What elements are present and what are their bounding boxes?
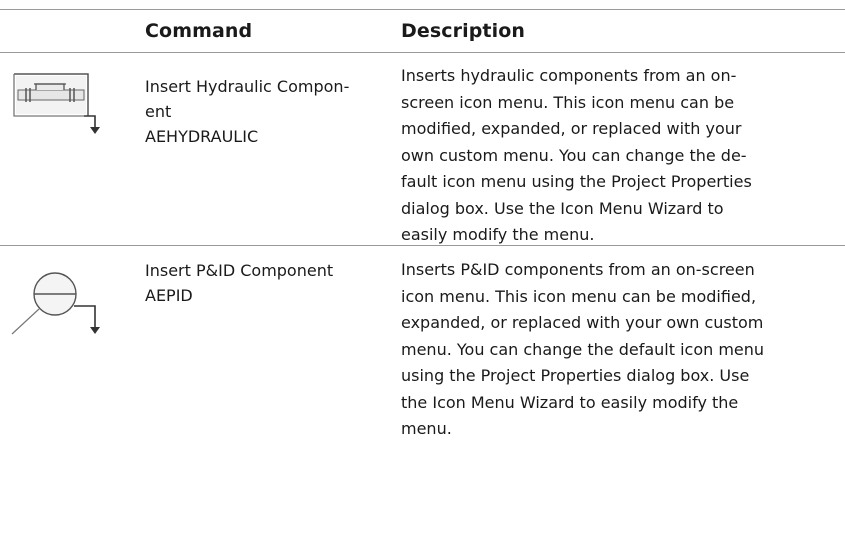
pid-command-cell: Insert P&ID Component AEPID xyxy=(145,258,385,308)
pid-description-line-6: the Icon Menu Wizard to easily modify th… xyxy=(401,392,739,412)
hydraulic-component-icon-graphic xyxy=(13,73,100,134)
hydraulic-description-line-6: dialog box. Use the Icon Menu Wizard to xyxy=(401,198,724,218)
hydraulic-description-line-3: modified, expanded, or replaced with you… xyxy=(401,119,742,138)
pid-description-line-5: using the Project Properties dialog box.… xyxy=(401,366,750,385)
hydraulic-command-line-3: AEHYDRAULIC xyxy=(145,127,259,146)
pid-command-line-1: Insert P&ID Component xyxy=(145,261,334,280)
pid-description-line-7: menu. xyxy=(401,419,452,438)
hydraulic-description-line-4: own custom menu. You can change the de- xyxy=(401,145,747,165)
hydraulic-description-line-7: easily modify the menu. xyxy=(401,225,595,244)
hydraulic-description-cell: Inserts hydraulic components from an on-… xyxy=(401,63,831,249)
hydraulic-component-icon[interactable] xyxy=(0,72,110,142)
command-column-header: Command xyxy=(145,20,253,42)
pid-description-line-4: menu. You can change the default icon me… xyxy=(401,339,765,359)
table-top-rule xyxy=(0,9,845,10)
hydraulic-command-line-1: Insert Hydraulic Compon- xyxy=(145,77,350,96)
hydraulic-command-cell: Insert Hydraulic Compon- ent AEHYDRAULIC xyxy=(145,74,385,149)
pid-description-line-1: Inserts P&ID components from an on-scree… xyxy=(401,260,755,279)
pid-description-line-3: expanded, or replaced with your own cust… xyxy=(401,313,764,332)
pid-command-line-2: AEPID xyxy=(145,286,193,305)
pid-component-icon[interactable] xyxy=(0,262,110,348)
hydraulic-description-line-5: fault icon menu using the Project Proper… xyxy=(401,172,752,191)
hydraulic-command-line-2: ent xyxy=(145,102,172,121)
hydraulic-description-line-2: screen icon menu. This icon menu can be xyxy=(401,92,735,112)
hydraulic-description-line-1: Inserts hydraulic components from an on- xyxy=(401,66,737,85)
header-bottom-rule xyxy=(0,52,845,53)
pid-component-icon-graphic xyxy=(11,272,100,335)
pid-description-line-2: icon menu. This icon menu can be modifie… xyxy=(401,286,757,306)
pid-description-cell: Inserts P&ID components from an on-scree… xyxy=(401,257,831,443)
description-column-header: Description xyxy=(401,20,525,42)
